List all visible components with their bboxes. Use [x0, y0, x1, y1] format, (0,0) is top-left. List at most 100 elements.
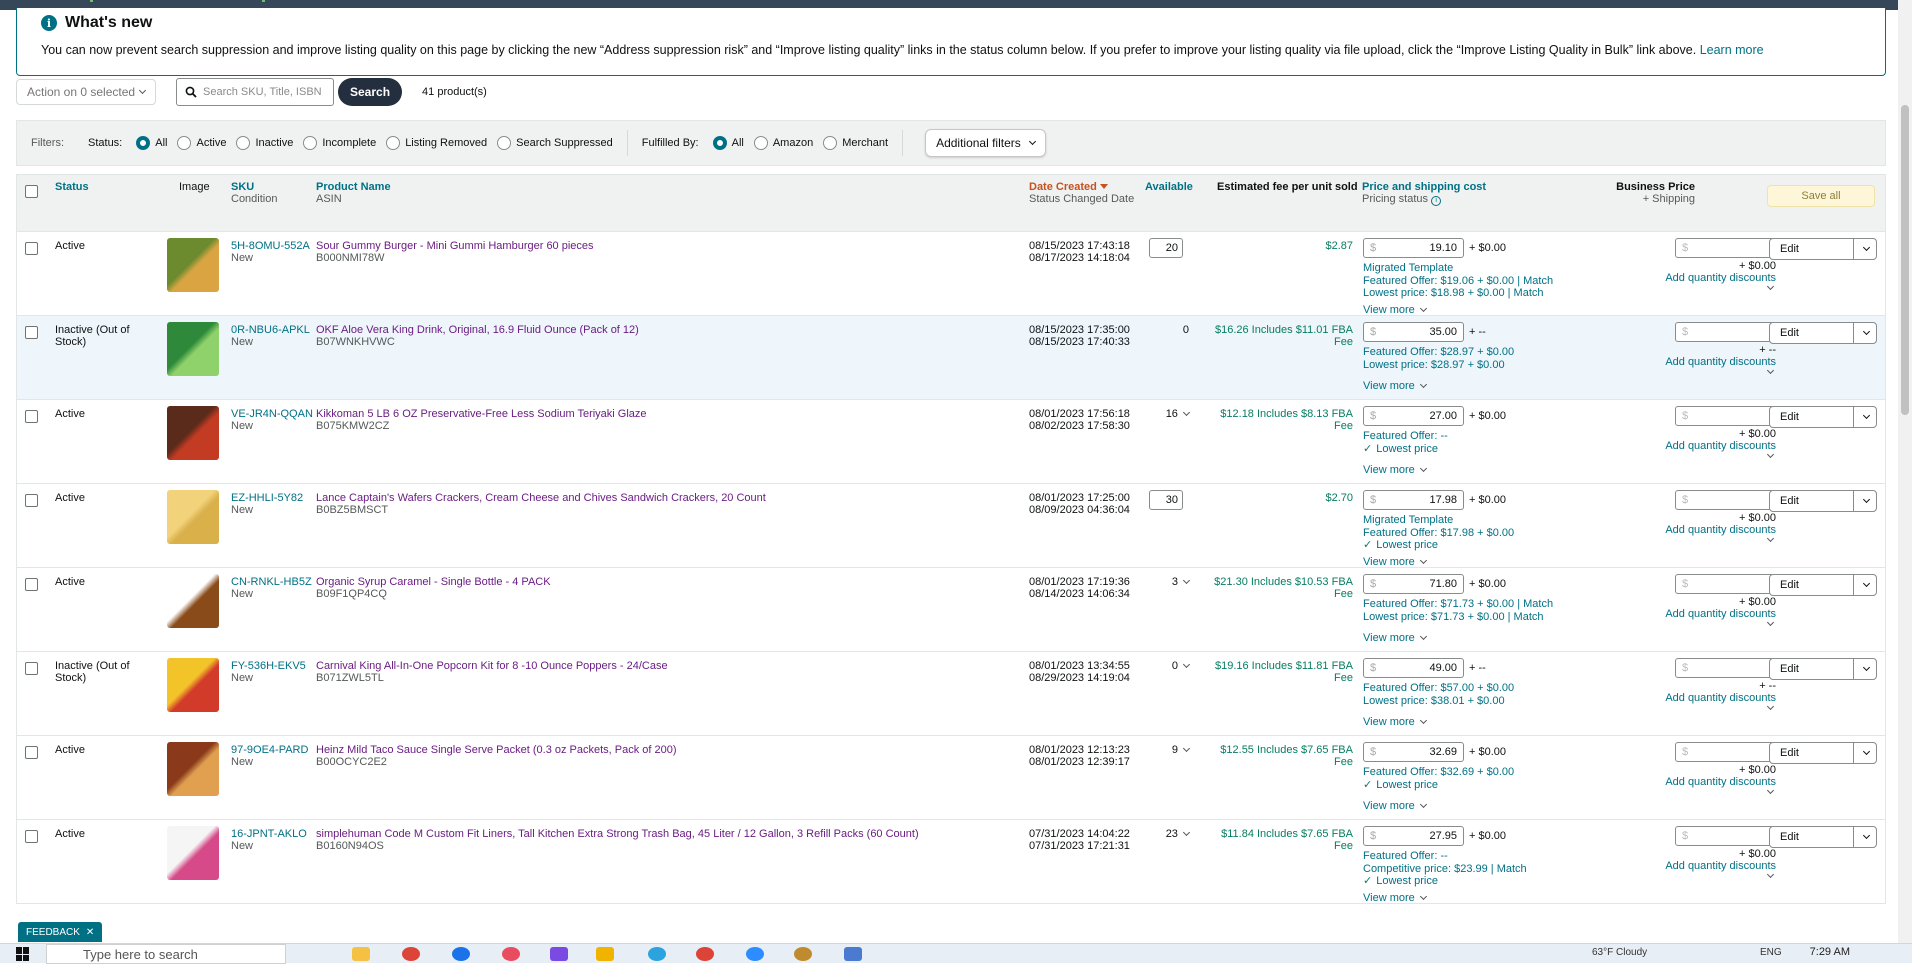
migrated-template-link[interactable]: Migrated Template: [1363, 514, 1583, 527]
add-quantity-discounts-link[interactable]: Add quantity discounts: [1657, 356, 1776, 368]
weather-status[interactable]: 63°F Cloudy: [1592, 947, 1647, 958]
row-checkbox[interactable]: [25, 326, 38, 339]
business-price-input[interactable]: $: [1675, 574, 1776, 594]
row-checkbox[interactable]: [25, 494, 38, 507]
price-input[interactable]: $17.98: [1363, 490, 1464, 510]
zoom-icon[interactable]: [746, 947, 764, 961]
status-filter-all[interactable]: All: [136, 136, 167, 150]
page-scrollbar[interactable]: [1898, 0, 1912, 943]
add-quantity-discounts-link[interactable]: Add quantity discounts: [1657, 524, 1776, 536]
price-input[interactable]: $35.00: [1363, 322, 1464, 342]
edit-button[interactable]: Edit: [1769, 742, 1877, 764]
edit-dropdown-toggle[interactable]: [1854, 239, 1876, 259]
edit-button[interactable]: Edit: [1769, 406, 1877, 428]
search-button[interactable]: Search: [338, 78, 403, 106]
view-more-link[interactable]: View more: [1363, 464, 1427, 476]
product-name-link[interactable]: Lance Captain's Wafers Crackers, Cream C…: [316, 492, 1016, 504]
chevron-down-icon[interactable]: [1765, 282, 1775, 294]
view-more-link[interactable]: View more: [1363, 800, 1427, 812]
edit-dropdown-toggle[interactable]: [1854, 575, 1876, 595]
fulfilled-filter-amazon[interactable]: Amazon: [753, 136, 813, 150]
fulfilled-filter-merchant[interactable]: Merchant: [823, 136, 888, 150]
available-qty[interactable]: 0: [1137, 660, 1191, 672]
price-input[interactable]: $27.00: [1363, 406, 1464, 426]
product-image[interactable]: [167, 238, 219, 292]
status-filter-inactive[interactable]: Inactive: [236, 136, 293, 150]
row-checkbox[interactable]: [25, 410, 38, 423]
view-more-link[interactable]: View more: [1363, 716, 1427, 728]
edit-button[interactable]: Edit: [1769, 658, 1877, 680]
edit-button[interactable]: Edit: [1769, 490, 1877, 512]
pricing-line[interactable]: Lowest price: $71.73 + $0.00 | Match: [1363, 611, 1583, 624]
taskbar-clock[interactable]: 7:29 AM: [1810, 946, 1850, 958]
view-more-link[interactable]: View more: [1363, 892, 1427, 904]
pricing-line[interactable]: Lowest price: $18.98 + $0.00 | Match: [1363, 287, 1583, 300]
edit-button[interactable]: Edit: [1769, 238, 1877, 260]
chevron-down-icon[interactable]: [1765, 366, 1775, 378]
search-box[interactable]: [176, 78, 334, 106]
product-name-link[interactable]: simplehuman Code M Custom Fit Liners, Ta…: [316, 828, 1016, 840]
row-checkbox[interactable]: [25, 746, 38, 759]
edit-dropdown-toggle[interactable]: [1854, 491, 1876, 511]
pricing-line[interactable]: Featured Offer: $71.73 + $0.00 | Match: [1363, 598, 1583, 611]
business-price-input[interactable]: $: [1675, 826, 1776, 846]
edit-button[interactable]: Edit: [1769, 826, 1877, 848]
product-image[interactable]: [167, 574, 219, 628]
available-qty[interactable]: 0: [1137, 324, 1189, 336]
file-explorer-icon[interactable]: [352, 947, 370, 961]
sku-link[interactable]: CN-RNKL-HB5Z: [231, 576, 315, 588]
add-quantity-discounts-link[interactable]: Add quantity discounts: [1657, 440, 1776, 452]
sku-link[interactable]: FY-536H-EKV5: [231, 660, 315, 672]
pricing-line[interactable]: Featured Offer: --: [1363, 430, 1583, 443]
view-more-link[interactable]: View more: [1363, 380, 1427, 392]
available-qty-input[interactable]: 20: [1149, 238, 1183, 258]
app-icon[interactable]: [794, 947, 812, 961]
available-qty[interactable]: 23: [1137, 828, 1191, 840]
sku-link[interactable]: VE-JR4N-QQAN: [231, 408, 315, 420]
pricing-line[interactable]: Featured Offer: $57.00 + $0.00: [1363, 682, 1583, 695]
sku-link[interactable]: 5H-8OMU-552A: [231, 240, 315, 252]
add-quantity-discounts-link[interactable]: Add quantity discounts: [1657, 272, 1776, 284]
available-qty-input[interactable]: 30: [1149, 490, 1183, 510]
business-price-input[interactable]: $: [1675, 742, 1776, 762]
price-input[interactable]: $27.95: [1363, 826, 1464, 846]
price-input[interactable]: $71.80: [1363, 574, 1464, 594]
col-product-name[interactable]: Product Name: [316, 181, 391, 193]
edit-dropdown-toggle[interactable]: [1854, 827, 1876, 847]
available-qty[interactable]: 3: [1137, 576, 1191, 588]
chrome-icon[interactable]: [402, 947, 420, 961]
app-icon[interactable]: [502, 947, 520, 961]
edit-dropdown-toggle[interactable]: [1854, 659, 1876, 679]
windows-start-icon[interactable]: [16, 947, 30, 961]
col-date-created[interactable]: Date Created: [1029, 181, 1134, 193]
sku-link[interactable]: EZ-HHLI-5Y82: [231, 492, 315, 504]
feedback-tab[interactable]: FEEDBACK ✕: [18, 922, 103, 942]
available-qty[interactable]: 9: [1137, 744, 1191, 756]
bulk-action-dropdown[interactable]: Action on 0 selected: [16, 79, 156, 105]
sku-link[interactable]: 97-9OE4-PARD: [231, 744, 315, 756]
status-filter-search-suppressed[interactable]: Search Suppressed: [497, 136, 613, 150]
chevron-down-icon[interactable]: [1765, 702, 1775, 714]
price-input[interactable]: $49.00: [1363, 658, 1464, 678]
chevron-down-icon[interactable]: [1765, 786, 1775, 798]
additional-filters-button[interactable]: Additional filters: [925, 129, 1046, 157]
business-price-input[interactable]: $: [1675, 490, 1776, 510]
edit-dropdown-toggle[interactable]: [1854, 407, 1876, 427]
pricing-line[interactable]: Featured Offer: $28.97 + $0.00: [1363, 346, 1583, 359]
business-price-input[interactable]: $: [1675, 406, 1776, 426]
business-price-input[interactable]: $: [1675, 322, 1776, 342]
telegram-icon[interactable]: [648, 947, 666, 961]
info-icon[interactable]: i: [1431, 196, 1442, 206]
edit-button[interactable]: Edit: [1769, 322, 1877, 344]
learn-more-link[interactable]: Learn more: [1700, 43, 1764, 57]
edit-button[interactable]: Edit: [1769, 574, 1877, 596]
add-quantity-discounts-link[interactable]: Add quantity discounts: [1657, 692, 1776, 704]
pricing-line[interactable]: Featured Offer: $19.06 + $0.00 | Match: [1363, 275, 1583, 288]
product-image[interactable]: [167, 406, 219, 460]
edit-dropdown-toggle[interactable]: [1854, 743, 1876, 763]
pricing-line[interactable]: Featured Offer: $32.69 + $0.00: [1363, 766, 1583, 779]
search-input[interactable]: [203, 86, 323, 98]
fulfilled-filter-all[interactable]: All: [712, 136, 744, 150]
select-all-checkbox[interactable]: [25, 185, 38, 198]
price-input[interactable]: $32.69: [1363, 742, 1464, 762]
